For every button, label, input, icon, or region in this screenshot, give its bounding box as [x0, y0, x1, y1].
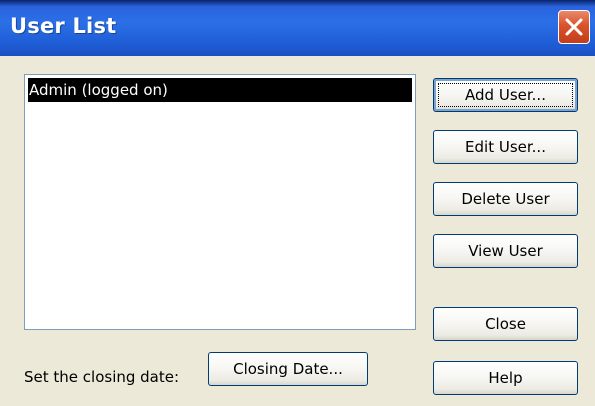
title-bar[interactable]: User List: [0, 0, 595, 56]
add-user-button[interactable]: Add User...: [433, 78, 578, 112]
list-item-admin[interactable]: Admin (logged on): [28, 78, 412, 102]
close-icon: [565, 18, 583, 36]
user-listbox[interactable]: Admin (logged on): [24, 74, 416, 330]
close-button[interactable]: Close: [433, 307, 578, 341]
closing-date-button[interactable]: Closing Date...: [208, 352, 368, 386]
edit-user-label: Edit User...: [465, 138, 546, 156]
view-user-button[interactable]: View User: [433, 234, 578, 268]
closing-date-label-text: Closing Date...: [233, 360, 343, 378]
window-title: User List: [10, 14, 117, 38]
view-user-label: View User: [468, 242, 543, 260]
delete-user-button[interactable]: Delete User: [433, 182, 578, 216]
closing-date-label: Set the closing date:: [24, 368, 180, 386]
edit-user-button[interactable]: Edit User...: [433, 130, 578, 164]
add-user-label: Add User...: [465, 86, 546, 104]
close-label: Close: [485, 315, 526, 333]
delete-user-label: Delete User: [461, 190, 550, 208]
window-close-button[interactable]: [558, 10, 590, 44]
help-button[interactable]: Help: [433, 361, 578, 395]
help-label: Help: [488, 369, 523, 387]
user-list-dialog: User List Admin (logged on) Add User... …: [0, 0, 595, 406]
